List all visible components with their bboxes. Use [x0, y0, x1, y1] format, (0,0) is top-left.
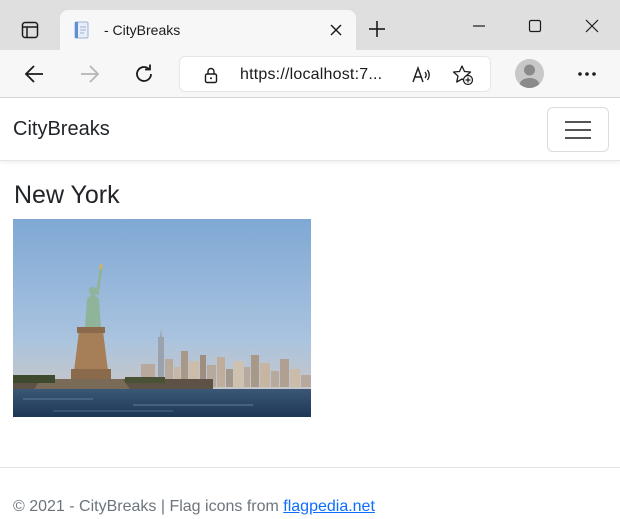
page-title: New York — [14, 181, 120, 209]
url-text[interactable]: https://localhost:7... — [240, 66, 382, 84]
hamburger-menu-icon — [565, 120, 591, 139]
forward-button[interactable] — [76, 60, 104, 88]
browser-tab-active[interactable]: - CityBreaks — [60, 10, 356, 50]
site-navbar: CityBreaks — [0, 99, 620, 161]
arrow-left-icon — [24, 65, 43, 83]
minimize-icon — [473, 25, 485, 27]
footer-text: © 2021 - CityBreaks | Flag icons from fl… — [13, 498, 375, 516]
refresh-button[interactable] — [130, 60, 158, 88]
tab-title: - CityBreaks — [104, 22, 181, 38]
arrow-right-icon — [81, 65, 100, 83]
tab-actions-icon — [21, 21, 39, 39]
refresh-icon — [136, 64, 152, 82]
lock-icon[interactable] — [202, 66, 220, 84]
close-icon — [330, 24, 342, 36]
tab-actions-button[interactable] — [12, 14, 48, 46]
tab-close-button[interactable] — [326, 20, 346, 40]
browser-tabstrip: - CityBreaks — [0, 0, 620, 50]
close-icon — [585, 19, 599, 33]
back-button[interactable] — [20, 60, 48, 88]
site-brand-link[interactable]: CityBreaks — [13, 118, 110, 141]
more-horizontal-icon — [578, 72, 596, 76]
plus-icon — [369, 21, 385, 37]
navbar-toggle-button[interactable] — [547, 107, 609, 152]
user-icon — [519, 64, 540, 88]
address-bar[interactable]: https://localhost:7... — [179, 56, 491, 92]
site-footer: © 2021 - CityBreaks | Flag icons from fl… — [0, 467, 620, 519]
minimize-button[interactable] — [464, 12, 494, 40]
web-page: CityBreaks New York © 2021 - CityBreaks … — [0, 99, 620, 519]
new-tab-button[interactable] — [364, 16, 390, 42]
footer-copyright: © 2021 - CityBreaks | Flag icons from — [13, 498, 284, 515]
window-close-button[interactable] — [577, 12, 607, 40]
settings-more-button[interactable] — [574, 62, 600, 86]
statue-of-liberty-photo — [13, 219, 311, 417]
add-favorite-icon[interactable] — [452, 64, 474, 86]
maximize-icon — [528, 19, 542, 33]
read-aloud-icon[interactable] — [410, 64, 432, 86]
city-photo — [13, 219, 311, 417]
flagpedia-link[interactable]: flagpedia.net — [283, 498, 375, 515]
profile-avatar[interactable] — [515, 59, 544, 88]
page-favicon-icon — [74, 21, 89, 39]
maximize-button[interactable] — [520, 12, 550, 40]
